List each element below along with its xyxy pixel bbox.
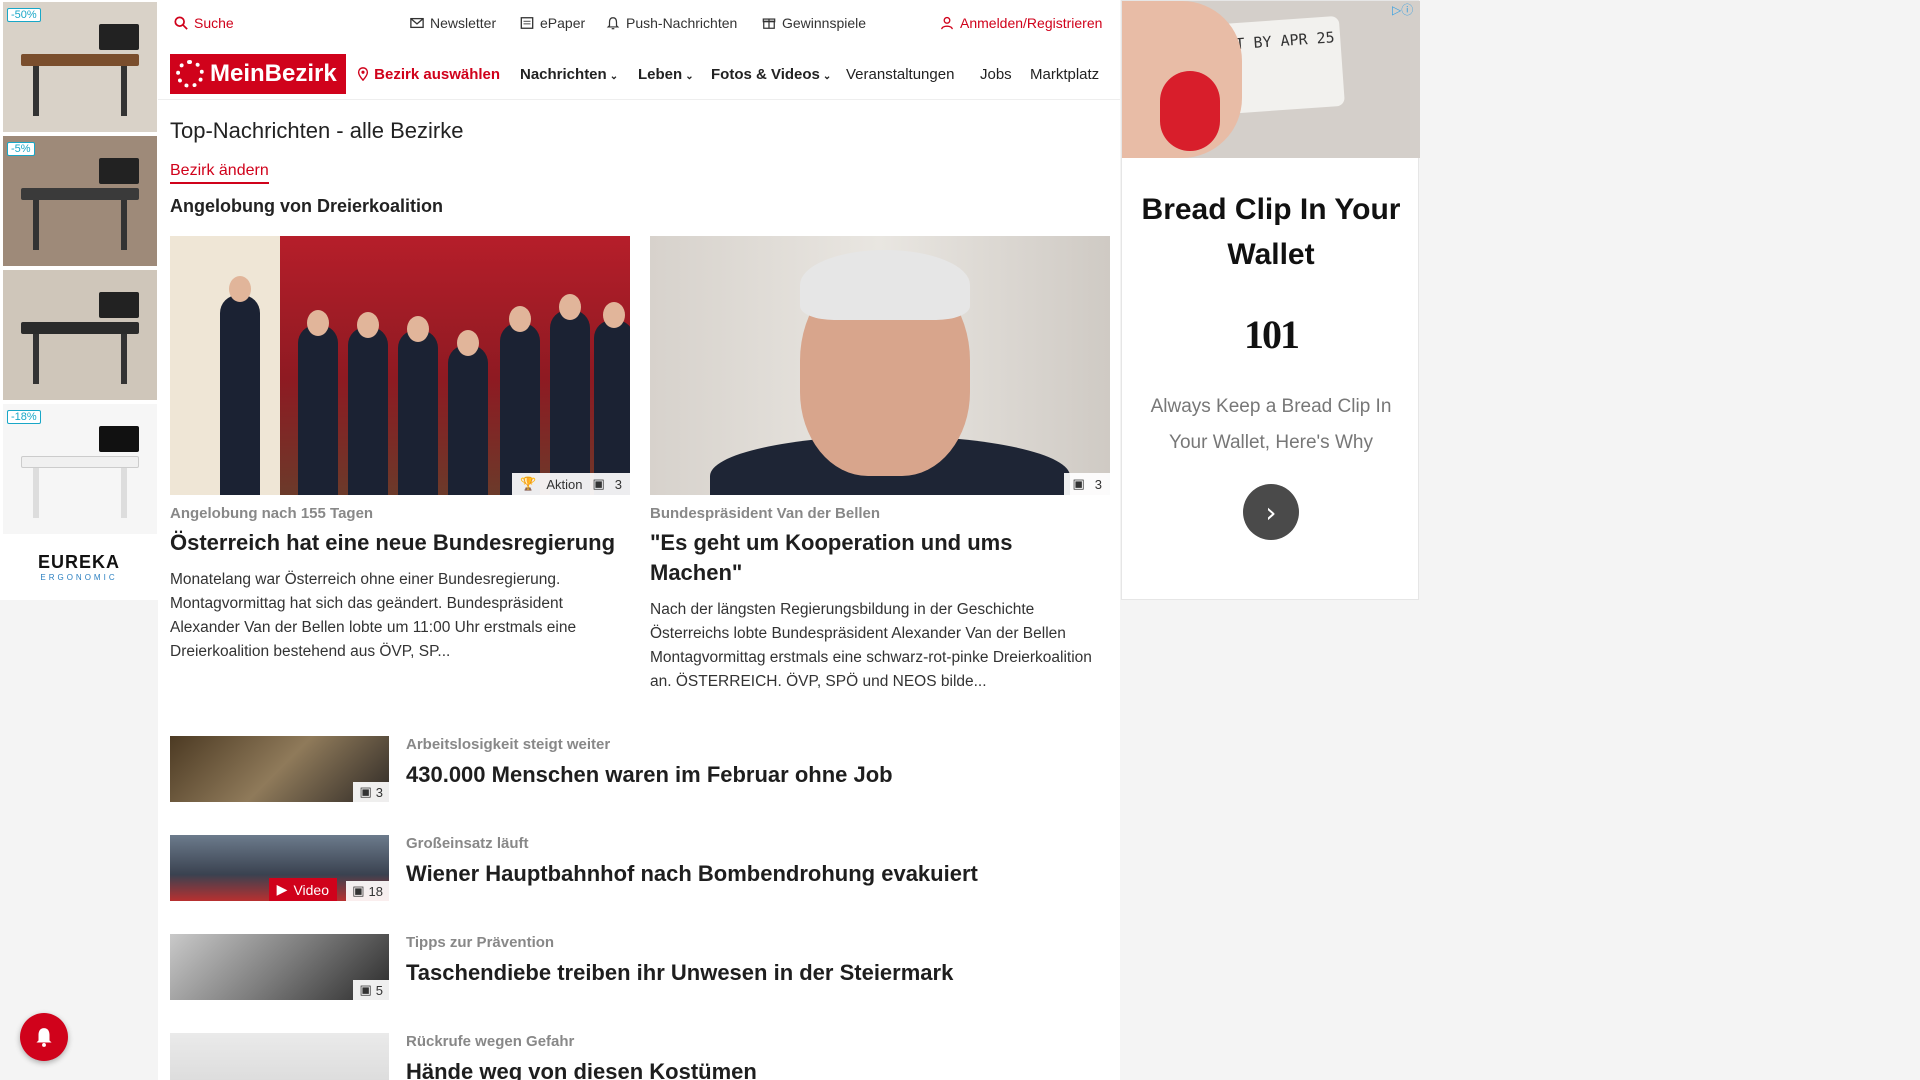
camera-icon: ▣ — [359, 784, 372, 799]
push-notifications-link[interactable]: Push-Nachrichten — [606, 15, 737, 31]
camera-icon: ▣ — [359, 982, 372, 997]
login-register-link[interactable]: Anmelden/Registrieren — [940, 15, 1102, 31]
ad-product-desk-2[interactable]: -5% — [3, 136, 157, 266]
trophy-icon: 🏆 — [520, 476, 537, 491]
video-badge[interactable]: ▶ Video — [268, 878, 337, 901]
list-headline[interactable]: Wiener Hauptbahnhof nach Bombendrohung e… — [406, 861, 978, 887]
main-content: Suche Newsletter ePaper Push-Nachrichten… — [158, 0, 1120, 1080]
top-utility-bar: Suche Newsletter ePaper Push-Nachrichten… — [158, 0, 1120, 46]
list-kicker: Rückrufe wegen Gefahr — [406, 1033, 575, 1050]
image-badge: ▣ 3 — [1064, 473, 1110, 495]
notification-bell-button[interactable] — [20, 1013, 68, 1061]
nav-leben[interactable]: Leben ⌄ — [638, 66, 694, 83]
image-badge: ▣ 5 — [353, 980, 389, 1000]
nav-nachrichten[interactable]: Nachrichten ⌄ — [520, 66, 618, 83]
search-button[interactable]: Suche — [174, 15, 234, 31]
news-card[interactable]: ▣ 3 Bundespräsident Van der Bellen "Es g… — [650, 236, 1110, 694]
meinbezirk-logo[interactable]: MeinBezirk — [170, 54, 346, 94]
news-image[interactable]: 🏆 Aktion ▣ 3 — [170, 236, 630, 495]
camera-icon: ▣ — [352, 883, 365, 898]
list-item[interactable]: Rückrufe wegen Gefahr Hände weg von dies… — [170, 1033, 1110, 1080]
discount-badge: -18% — [7, 410, 41, 424]
chevron-down-icon: ⌄ — [685, 71, 694, 82]
discount-badge: -50% — [7, 8, 41, 22]
nav-marktplatz[interactable]: Marktplatz — [1030, 66, 1114, 83]
list-kicker: Arbeitslosigkeit steigt weiter — [406, 736, 611, 753]
chevron-down-icon: ⌄ — [609, 71, 619, 82]
news-headline[interactable]: "Es geht um Kooperation und ums Machen" — [650, 528, 1110, 588]
news-image[interactable]: ▣ 3 — [650, 236, 1110, 495]
ad-product-desk-1[interactable]: -50% — [3, 2, 157, 132]
page-title: Top-Nachrichten - alle Bezirke — [170, 118, 464, 143]
chevron-right-icon[interactable]: › — [1243, 484, 1299, 540]
newsletter-link[interactable]: Newsletter — [410, 15, 496, 31]
list-thumbnail[interactable]: ▣ 5 — [170, 934, 389, 1000]
news-kicker: Bundespräsident Van der Bellen — [650, 505, 881, 522]
ad-product-desk-3[interactable] — [3, 270, 157, 400]
mail-icon — [410, 17, 424, 29]
list-headline[interactable]: Hände weg von diesen Kostümen — [406, 1059, 757, 1080]
list-headline[interactable]: 430.000 Menschen waren im Februar ohne J… — [406, 762, 893, 788]
list-item[interactable]: ▶ Video ▣ 18 Großeinsatz läuft Wiener Haup… — [170, 835, 1110, 901]
user-icon — [941, 16, 953, 30]
list-thumbnail[interactable]: ▣ 3 — [170, 736, 389, 802]
logo-mark-icon — [176, 60, 204, 88]
section-heading: Angelobung von Dreierkoalition — [170, 196, 444, 216]
ad-brand-logo[interactable]: EUREKA ERGONOMIC — [0, 552, 158, 582]
bell-icon — [606, 17, 620, 30]
play-icon: ▶ — [276, 881, 288, 897]
adchoices-icon[interactable]: ▷ⓘ — [1392, 1, 1413, 18]
camera-icon: ▣ — [1072, 476, 1085, 491]
ad-product-desk-4[interactable]: -18% — [3, 404, 157, 534]
pin-icon — [357, 67, 369, 81]
gift-icon — [762, 18, 776, 29]
search-icon — [174, 16, 188, 30]
list-item[interactable]: ▣ 3 Arbeitslosigkeit steigt weiter 430.00… — [170, 736, 1110, 802]
list-thumbnail[interactable]: ▶ Video ▣ 18 — [170, 835, 389, 901]
right-ad-banner[interactable]: BEST BY APR 25 ▷ⓘ Bread Clip In Your Wal… — [1121, 0, 1420, 600]
news-kicker: Angelobung nach 155 Tagen — [170, 505, 374, 522]
page: ▷ⓘ -50% -5% -18% EUREKA ERGONOMIC Suche — [0, 0, 1920, 1080]
news-teaser: Nach der längsten Regierungsbildung in d… — [650, 601, 1092, 690]
nav-jobs[interactable]: Jobs — [980, 66, 1012, 83]
news-headline[interactable]: Österreich hat eine neue Bundesregierung — [170, 528, 630, 558]
image-badge: ▣ 3 — [353, 782, 389, 802]
list-item[interactable]: ▣ 5 Tipps zur Prävention Taschendiebe tre… — [170, 934, 1110, 1000]
main-navigation: MeinBezirk Bezirk auswählen Nachrichten ⌄… — [158, 50, 1120, 100]
ad-brand-logo: 101 — [1244, 312, 1300, 357]
list-headline[interactable]: Taschendiebe treiben ihr Unwesen in der … — [406, 960, 953, 986]
image-badge: ▣ 18 — [346, 881, 389, 901]
ad-image[interactable]: BEST BY APR 25 — [1122, 1, 1420, 158]
ad-description: Always Keep a Bread Clip In Your Wallet,… — [1150, 396, 1392, 453]
image-badge: 🏆 Aktion ▣ 3 — [512, 473, 630, 495]
chevron-down-icon: ⌄ — [822, 71, 832, 82]
bezirk-select-button[interactable]: Bezirk auswählen — [356, 66, 500, 83]
bell-icon — [36, 1028, 52, 1047]
nav-fotos-videos[interactable]: Fotos & Videos ⌄ — [711, 66, 831, 83]
camera-icon: ▣ — [592, 476, 605, 491]
left-ad-banner[interactable]: ▷ⓘ -50% -5% -18% EUREKA ERGONOMIC — [0, 0, 158, 600]
nav-veranstaltungen[interactable]: Veranstaltungen — [846, 66, 954, 83]
change-bezirk-link[interactable]: Bezirk ändern — [170, 162, 269, 184]
list-kicker: Tipps zur Prävention — [406, 934, 555, 951]
list-kicker: Großeinsatz läuft — [406, 835, 529, 852]
list-thumbnail[interactable] — [170, 1033, 389, 1080]
news-teaser: Monatelang war Österreich ohne einer Bun… — [170, 571, 577, 660]
news-card[interactable]: 🏆 Aktion ▣ 3 Angelobung nach 155 Tagen Ö… — [170, 236, 630, 664]
ad-title[interactable]: Bread Clip In Your Wallet — [1122, 187, 1420, 277]
discount-badge: -5% — [7, 142, 35, 156]
newspaper-icon — [520, 17, 534, 29]
gewinnspiele-link[interactable]: Gewinnspiele — [762, 15, 866, 31]
epaper-link[interactable]: ePaper — [520, 15, 585, 31]
